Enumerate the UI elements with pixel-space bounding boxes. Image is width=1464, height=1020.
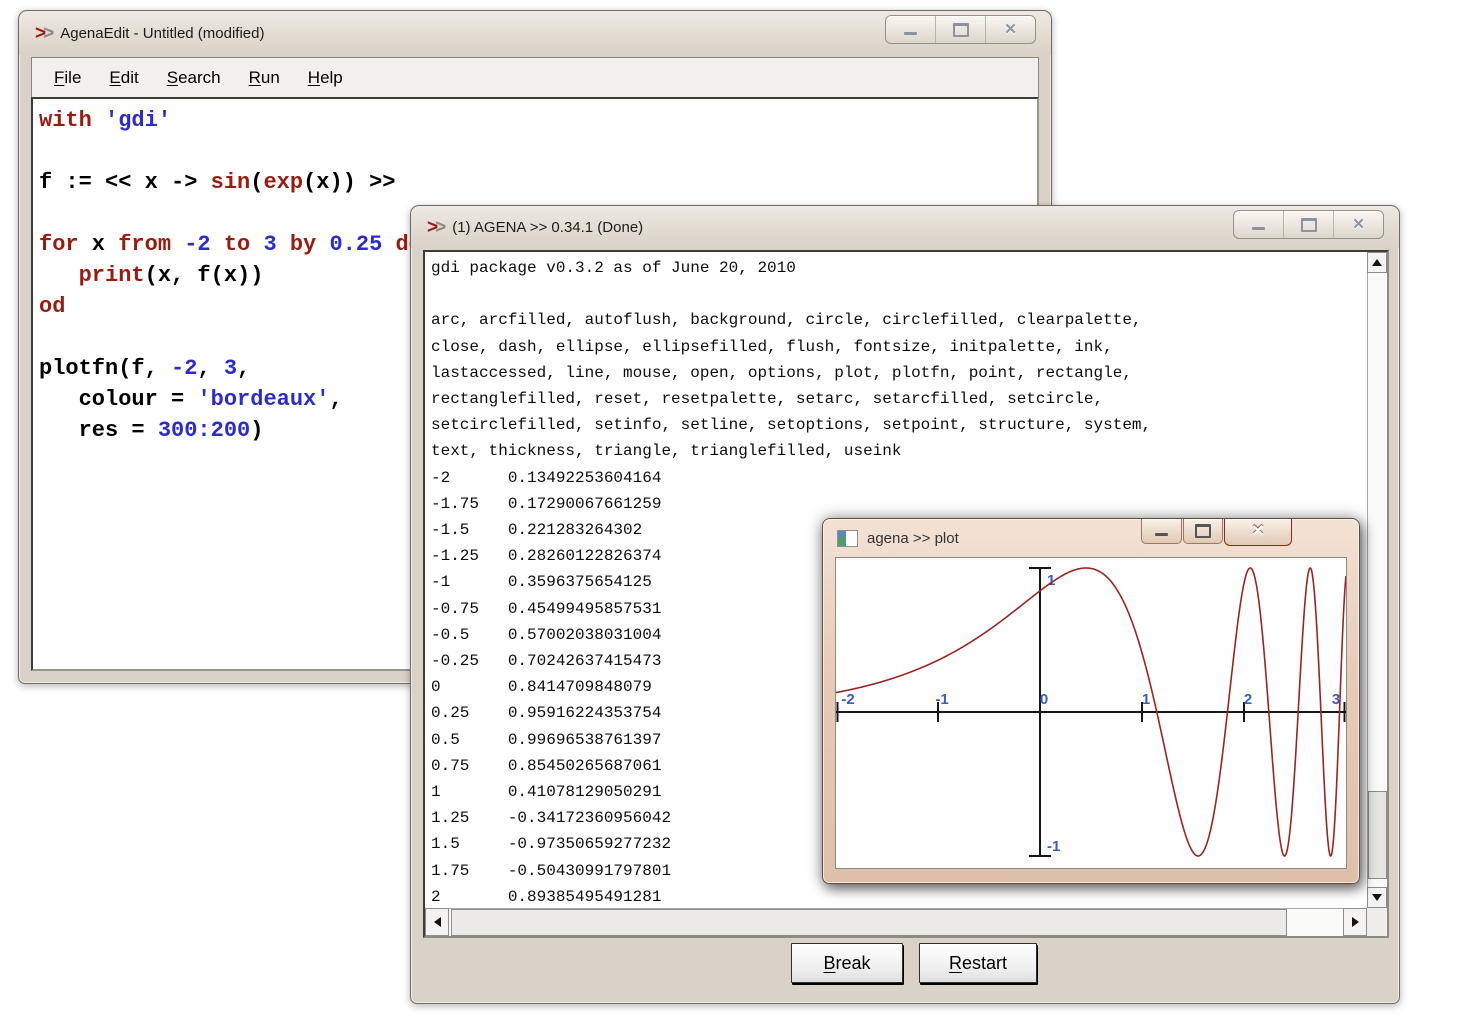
close-button[interactable]: ✕: [1333, 211, 1383, 238]
arrow-up-icon: [1372, 259, 1382, 266]
maximize-icon: [1195, 524, 1211, 538]
scroll-up-button[interactable]: [1367, 252, 1387, 273]
maximize-icon: [1301, 218, 1317, 232]
console-caption-buttons: ✕: [1233, 210, 1384, 239]
scrollbar-corner: [1367, 908, 1387, 936]
plot-minimize-button[interactable]: [1141, 519, 1182, 544]
code-line: with 'gdi': [39, 105, 1037, 136]
break-button[interactable]: Break: [791, 943, 903, 983]
plot-canvas: -2-101231-1: [836, 558, 1346, 866]
minimize-icon: [1252, 227, 1265, 230]
vertical-scroll-track[interactable]: [1367, 273, 1387, 887]
minimize-button[interactable]: [1234, 211, 1283, 238]
menu-file[interactable]: File: [40, 59, 95, 97]
vertical-scrollbar[interactable]: [1367, 252, 1387, 908]
close-icon: ✕: [1004, 22, 1017, 37]
window-agena-plot: agena >> plot ✕ -2-101231-1: [822, 518, 1360, 884]
plot-maximize-button[interactable]: [1183, 519, 1223, 544]
menu-bar: File Edit Search Run Help: [31, 57, 1039, 97]
svg-text:-1: -1: [935, 691, 948, 708]
console-titlebar[interactable]: >> (1) AGENA >> 0.34.1 (Done) ✕: [411, 206, 1399, 248]
maximize-icon: [953, 23, 969, 37]
scroll-right-button[interactable]: [1343, 908, 1367, 936]
vertical-scroll-thumb[interactable]: [1368, 791, 1387, 879]
code-line: [39, 136, 1037, 167]
console-button-row: Break Restart: [411, 943, 1399, 985]
plot-window-icon: [837, 530, 858, 547]
agenaedit-caption-buttons: ✕: [885, 15, 1036, 44]
svg-text:-2: -2: [841, 691, 854, 708]
horizontal-scroll-track[interactable]: [449, 908, 1343, 936]
menu-edit[interactable]: Edit: [95, 59, 152, 97]
desktop: >> AgenaEdit - Untitled (modified) ✕ Fil…: [0, 0, 1464, 1020]
svg-text:3: 3: [1332, 691, 1340, 708]
arrow-down-icon: [1372, 894, 1382, 901]
scroll-down-button[interactable]: [1367, 887, 1387, 908]
console-title: (1) AGENA >> 0.34.1 (Done): [452, 219, 643, 236]
horizontal-scrollbar[interactable]: [425, 908, 1367, 936]
agena-chevrons-icon: >>: [427, 218, 443, 237]
svg-text:1: 1: [1142, 691, 1150, 708]
scroll-left-button[interactable]: [425, 908, 449, 936]
plot-area: -2-101231-1: [835, 557, 1347, 869]
close-button[interactable]: ✕: [985, 16, 1035, 43]
agena-chevrons-icon: >>: [35, 24, 51, 43]
svg-text:-1: -1: [1047, 838, 1060, 855]
maximize-button[interactable]: [935, 16, 985, 43]
maximize-button[interactable]: [1283, 211, 1333, 238]
menu-run[interactable]: Run: [235, 59, 294, 97]
svg-text:0: 0: [1040, 691, 1048, 708]
arrow-left-icon: [434, 917, 441, 927]
agenaedit-title: AgenaEdit - Untitled (modified): [60, 25, 264, 42]
minimize-button[interactable]: [886, 16, 935, 43]
horizontal-scroll-thumb[interactable]: [451, 909, 1287, 936]
menu-search[interactable]: Search: [153, 59, 235, 97]
close-icon: ✕: [1251, 524, 1264, 540]
menu-help[interactable]: Help: [294, 59, 357, 97]
plot-title: agena >> plot: [867, 530, 959, 547]
minimize-icon: [1155, 533, 1168, 536]
plot-close-button[interactable]: ✕: [1224, 519, 1292, 546]
code-line: f := << x -> sin(exp(x)) >>: [39, 167, 1037, 198]
agenaedit-titlebar[interactable]: >> AgenaEdit - Untitled (modified) ✕: [19, 11, 1051, 55]
minimize-icon: [904, 32, 917, 35]
restart-button[interactable]: Restart: [919, 943, 1037, 983]
close-icon: ✕: [1352, 217, 1365, 232]
svg-text:2: 2: [1244, 691, 1252, 708]
arrow-right-icon: [1352, 917, 1359, 927]
